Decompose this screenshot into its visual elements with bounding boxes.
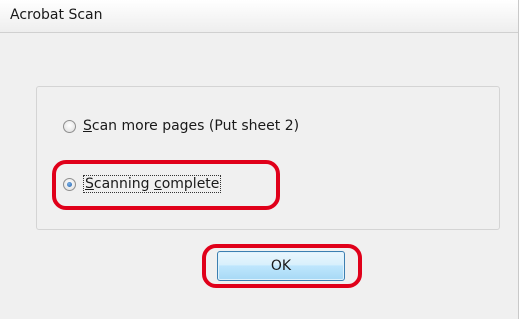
scanning-complete-label: Scanning complete — [83, 175, 222, 193]
scanning-complete-radio[interactable]: Scanning complete — [63, 175, 222, 193]
radio-checked-icon[interactable] — [63, 177, 76, 191]
scan-more-pages-radio[interactable]: Scan more pages (Put sheet 2) — [63, 118, 299, 134]
radio-unchecked-icon[interactable] — [63, 119, 76, 133]
window-title: Acrobat Scan — [10, 7, 103, 23]
scan-options-group — [36, 86, 500, 230]
scan-more-pages-label: Scan more pages (Put sheet 2) — [83, 118, 300, 134]
title-bar: Acrobat Scan — [0, 0, 518, 33]
acrobat-scan-dialog: Acrobat Scan Scan more pages (Put sheet … — [0, 0, 519, 319]
ok-button[interactable]: OK — [217, 251, 345, 281]
